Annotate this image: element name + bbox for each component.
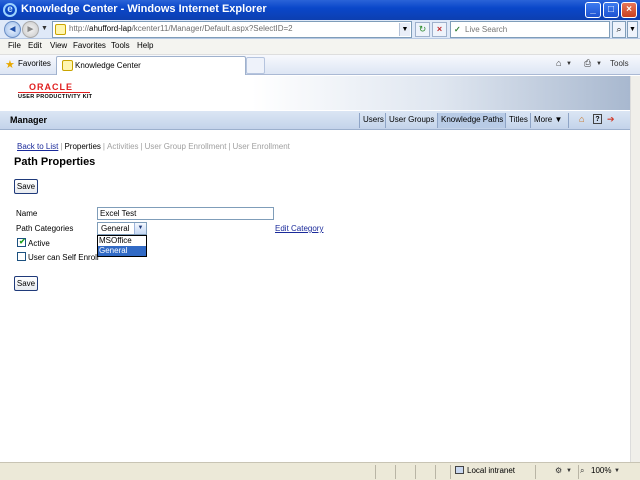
status-divider: [535, 465, 536, 479]
menu-help[interactable]: Help: [137, 41, 153, 50]
self-enroll-checkbox[interactable]: [17, 252, 26, 261]
menu-file[interactable]: File: [8, 41, 21, 50]
status-bar: Local intranet ⚙ ▼ ⌕ 100% ▼: [0, 462, 640, 480]
category-dropdown-list: MSOffice General: [97, 235, 147, 257]
page-content: ORACLE USER PRODUCTIVITY KIT Manager Use…: [0, 76, 630, 462]
status-divider: [578, 465, 579, 479]
refresh-icon[interactable]: ↻: [415, 22, 430, 37]
maximize-button[interactable]: □: [603, 2, 619, 18]
self-enroll-label: User can Self Enroll: [28, 253, 99, 262]
protected-mode-icon[interactable]: ⚙: [555, 466, 562, 475]
home-dropdown-icon[interactable]: ▼: [566, 61, 572, 67]
tab-user-groups[interactable]: User Groups: [385, 113, 437, 128]
tab-titles[interactable]: Titles: [505, 113, 531, 128]
menu-view[interactable]: View: [50, 41, 67, 50]
page-icon: [62, 60, 73, 71]
subnav-separator: |: [140, 142, 143, 151]
print-dropdown-icon[interactable]: ▼: [596, 61, 602, 67]
address-input[interactable]: http://ahufford-lap/kcenter11/Manager/De…: [52, 21, 412, 38]
menu-tools[interactable]: Tools: [111, 41, 130, 50]
stop-icon[interactable]: ×: [432, 22, 447, 37]
forward-button[interactable]: ►: [22, 21, 39, 38]
chevron-down-icon[interactable]: ▼: [566, 468, 572, 474]
tab-more[interactable]: More ▼: [530, 113, 570, 128]
page-title: Path Properties: [14, 156, 96, 168]
back-button[interactable]: ◄: [4, 21, 21, 38]
address-toolbar: ◄ ► ▼ http://ahufford-lap/kcenter11/Mana…: [0, 20, 640, 39]
product-name: USER PRODUCTIVITY KIT: [18, 94, 93, 100]
chevron-down-icon[interactable]: ▼: [134, 223, 146, 234]
favorites-star-icon[interactable]: ★: [5, 58, 15, 71]
status-divider: [415, 465, 416, 479]
path-categories-label: Path Categories: [16, 224, 74, 233]
path-categories-select[interactable]: General ▼: [97, 222, 147, 235]
search-box[interactable]: ✓: [450, 21, 610, 38]
save-button-bottom[interactable]: Save: [14, 276, 38, 291]
address-dropdown-icon[interactable]: ▼: [399, 23, 410, 36]
close-button[interactable]: ×: [621, 2, 637, 18]
status-divider: [375, 465, 376, 479]
intranet-icon: [455, 466, 464, 474]
active-label: Active: [28, 239, 50, 248]
tab-knowledge-paths[interactable]: Knowledge Paths: [437, 113, 507, 128]
zoom-dropdown-icon[interactable]: ▼: [614, 468, 620, 474]
page-icon: [55, 24, 66, 35]
name-field[interactable]: [97, 207, 274, 220]
subnav-user-enrollment: User Enrollment: [232, 142, 290, 151]
category-option-msoffice[interactable]: MSOffice: [98, 236, 146, 246]
status-divider: [450, 465, 451, 479]
new-tab-button[interactable]: [246, 57, 265, 74]
window-title: Knowledge Center - Windows Internet Expl…: [21, 3, 267, 15]
internet-explorer-icon: e: [3, 3, 17, 17]
header-banner: ORACLE USER PRODUCTIVITY KIT: [0, 76, 630, 110]
tab-users[interactable]: Users: [359, 113, 387, 128]
home-icon[interactable]: ⌂: [556, 58, 561, 68]
menu-favorites[interactable]: Favorites: [73, 41, 106, 50]
name-label: Name: [16, 209, 38, 218]
save-button-top[interactable]: Save: [14, 179, 38, 194]
address-url[interactable]: http://ahufford-lap/kcenter11/Manager/De…: [69, 24, 293, 33]
search-options-icon[interactable]: ▼: [627, 21, 638, 38]
subnav-properties: Properties: [64, 142, 101, 151]
subnav-activities: Activities: [106, 142, 139, 151]
search-input[interactable]: [465, 24, 605, 35]
edit-category-link[interactable]: Edit Category: [275, 224, 323, 233]
manager-title: Manager: [10, 115, 48, 125]
subnav: Back to List | Properties | Activities | User …: [17, 142, 290, 151]
tools-button[interactable]: Tools: [610, 59, 629, 68]
category-option-general[interactable]: General: [98, 246, 146, 256]
vertical-scrollbar[interactable]: [630, 76, 640, 462]
logo-divider: [18, 92, 90, 93]
home-icon[interactable]: ⌂: [579, 114, 584, 124]
active-checkbox[interactable]: ✔: [17, 237, 26, 247]
checkmark-icon: ✔: [19, 237, 26, 246]
selected-category: General: [101, 224, 130, 233]
zoom-level[interactable]: 100%: [591, 466, 611, 475]
menu-bar: File Edit View Favorites Tools Help: [0, 39, 640, 55]
minimize-button[interactable]: _: [585, 2, 601, 18]
live-search-icon: ✓: [454, 25, 461, 34]
favorites-button[interactable]: Favorites: [18, 59, 51, 68]
back-to-list-link[interactable]: Back to List: [17, 142, 58, 151]
subnav-separator: |: [102, 142, 105, 151]
window-titlebar: e Knowledge Center - Windows Internet Ex…: [0, 0, 640, 20]
tab-knowledge-center[interactable]: Knowledge Center: [56, 56, 246, 75]
security-zone[interactable]: Local intranet: [455, 466, 515, 475]
manager-navbar: Manager Users User Groups Knowledge Path…: [0, 111, 630, 130]
subnav-separator: |: [228, 142, 231, 151]
history-dropdown-icon[interactable]: ▼: [41, 25, 48, 32]
tab-label: Knowledge Center: [75, 61, 141, 70]
status-divider: [435, 465, 436, 479]
zoom-icon: ⌕: [580, 466, 585, 475]
oracle-logo: ORACLE: [29, 82, 73, 92]
search-icon[interactable]: ⌕: [612, 21, 626, 38]
subnav-separator: |: [60, 142, 63, 151]
help-icon[interactable]: ?: [593, 114, 602, 124]
favorites-bar: ★ Favorites Knowledge Center ⌂ ▼ ⎙ ▼ Too…: [0, 55, 640, 75]
print-icon[interactable]: ⎙: [584, 58, 591, 69]
logout-icon[interactable]: ➔: [607, 114, 615, 125]
menu-edit[interactable]: Edit: [28, 41, 42, 50]
subnav-user-group-enrollment: User Group Enrollment: [144, 142, 227, 151]
status-divider: [395, 465, 396, 479]
